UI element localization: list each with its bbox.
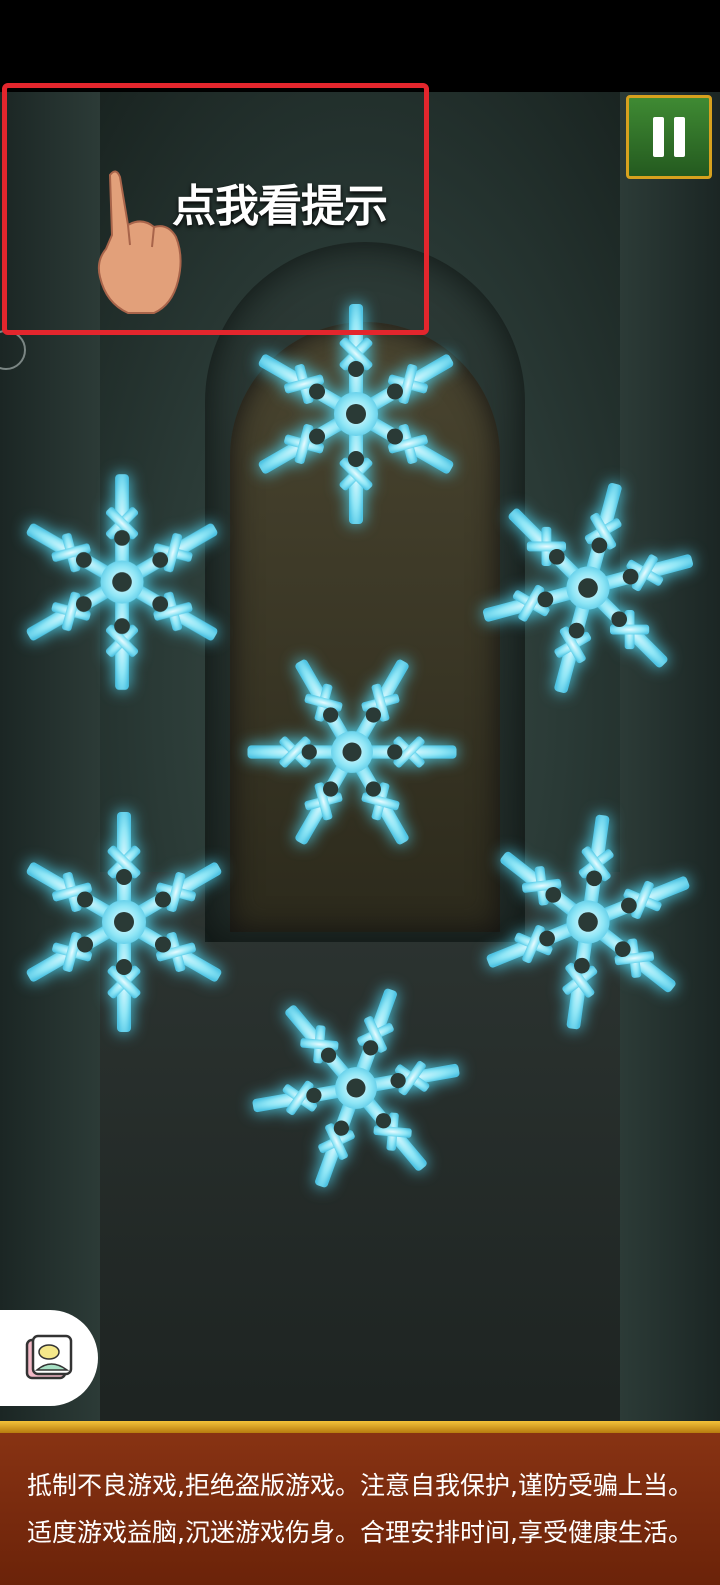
snowflake-left-upper[interactable] bbox=[20, 474, 224, 690]
snowflake-left-lower[interactable] bbox=[20, 812, 228, 1032]
footer-notice bbox=[0, 1421, 720, 1585]
snowflake-bottom[interactable] bbox=[227, 956, 484, 1220]
top-black-bar bbox=[0, 0, 720, 92]
snowflake-right-lower[interactable] bbox=[472, 801, 704, 1043]
photo-gallery-icon bbox=[25, 1334, 73, 1380]
notice-line-2: 适度游戏益脑,沉迷游戏伤身。合理安排时间,享受健康生活。 bbox=[27, 1518, 693, 1547]
snowflake-top[interactable] bbox=[252, 304, 460, 524]
notice-line-1: 抵制不良游戏,拒绝盗版游戏。注意自我保护,谨防受骗上当。 bbox=[27, 1471, 693, 1500]
snowflake-center[interactable] bbox=[214, 612, 490, 892]
gallery-button[interactable] bbox=[0, 1310, 98, 1406]
footer-border bbox=[0, 1421, 720, 1433]
hint-label: 点我看提示 bbox=[172, 181, 388, 232]
pause-icon bbox=[653, 117, 664, 157]
pause-button[interactable] bbox=[626, 95, 712, 179]
snowflake-right-upper[interactable] bbox=[462, 457, 715, 718]
